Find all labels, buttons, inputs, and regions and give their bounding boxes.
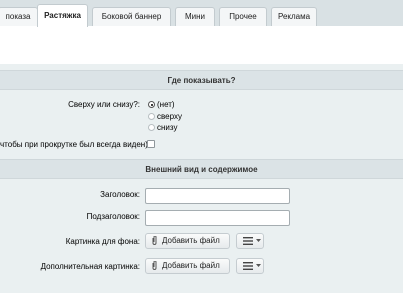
section-header-where: Где показывать? bbox=[0, 70, 403, 90]
tab-show[interactable]: показа bbox=[0, 7, 38, 26]
tab-stretch[interactable]: Растяжка bbox=[37, 4, 88, 27]
chevron-down-icon bbox=[256, 264, 261, 267]
radio-selected-icon[interactable] bbox=[148, 101, 155, 108]
add-file-button-bg[interactable]: Добавить файл bbox=[145, 233, 230, 249]
heading-input[interactable] bbox=[145, 188, 290, 204]
subheading-label: Подзаголовок: bbox=[86, 212, 140, 221]
paperclip-icon bbox=[152, 261, 157, 270]
radio-icon[interactable] bbox=[148, 124, 155, 131]
top-strip bbox=[0, 26, 403, 65]
tab-other[interactable]: Прочее bbox=[219, 7, 267, 26]
section-title: Внешний вид и содержимое bbox=[145, 165, 258, 174]
section-header-look: Внешний вид и содержимое bbox=[0, 159, 403, 179]
sticky-checkbox[interactable] bbox=[147, 140, 155, 148]
chevron-down-icon bbox=[256, 239, 261, 242]
radio-top[interactable]: сверху bbox=[148, 112, 182, 122]
subheading-input[interactable] bbox=[145, 210, 290, 226]
section-title: Где показывать? bbox=[167, 76, 236, 85]
menu-icon bbox=[243, 262, 253, 270]
radio-none[interactable]: (нет) bbox=[148, 100, 175, 110]
radio-bottom[interactable]: снизу bbox=[148, 123, 177, 133]
tab-ads[interactable]: Реклама bbox=[271, 7, 317, 26]
heading-label: Заголовок: bbox=[100, 190, 140, 199]
radio-label: снизу bbox=[157, 123, 178, 132]
add-file-button-extra[interactable]: Добавить файл bbox=[145, 258, 230, 274]
menu-button-extra[interactable] bbox=[236, 258, 264, 274]
paperclip-icon bbox=[152, 236, 157, 245]
bg-image-label: Картинка для фона: bbox=[65, 237, 140, 246]
tab-side-banner[interactable]: Боковой баннер bbox=[92, 7, 171, 26]
sticky-label: чтобы при прокрутке был всегда виден): bbox=[0, 140, 151, 149]
menu-icon bbox=[243, 237, 253, 245]
tab-mini[interactable]: Мини bbox=[175, 7, 215, 26]
radio-label: (нет) bbox=[157, 100, 175, 109]
position-label: Сверху или снизу?: bbox=[68, 100, 140, 109]
menu-button-bg[interactable] bbox=[236, 233, 264, 249]
radio-icon[interactable] bbox=[148, 113, 155, 120]
extra-image-label: Дополнительная картинка: bbox=[40, 262, 140, 271]
add-file-label: Добавить файл bbox=[162, 236, 220, 245]
add-file-label: Добавить файл bbox=[162, 261, 220, 270]
radio-label: сверху bbox=[157, 112, 182, 121]
tab-bar: показа Растяжка Боковой баннер Мини Проч… bbox=[0, 0, 403, 27]
